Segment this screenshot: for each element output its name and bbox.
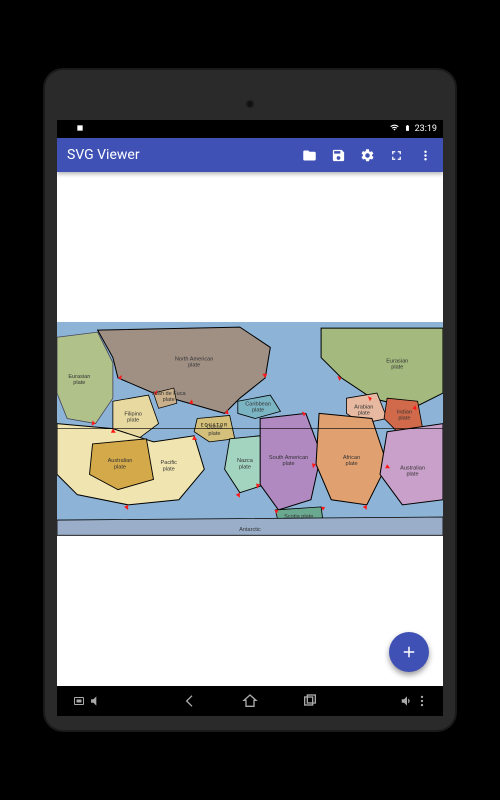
label-eur-r-2: plate <box>391 365 403 371</box>
wifi-icon <box>389 123 400 135</box>
back-button[interactable] <box>182 693 198 709</box>
label-antarctic: Antarctic <box>239 528 261 534</box>
overflow-button[interactable] <box>418 148 433 163</box>
label-fil-2: plate <box>127 418 139 424</box>
svg-text:Indianplate: Indianplate <box>397 410 412 422</box>
status-time: 23:19 <box>415 124 437 134</box>
home-button[interactable] <box>242 693 258 709</box>
label-afr-2: plate <box>346 462 358 468</box>
fab-add-button[interactable] <box>389 632 429 672</box>
recents-button[interactable] <box>302 693 318 709</box>
app-indicator-icon <box>76 124 84 135</box>
volume-up-button[interactable] <box>399 694 415 708</box>
app-actions <box>302 148 433 163</box>
label-na-2: plate <box>188 363 200 369</box>
label-pac-2: plate <box>163 467 175 473</box>
settings-button[interactable] <box>360 148 375 163</box>
folder-button[interactable] <box>302 148 317 163</box>
screen: 23:19 SVG Viewer <box>57 120 443 716</box>
app-title: SVG Viewer <box>67 147 302 163</box>
system-nav-bar <box>57 686 443 716</box>
label-sa-2: plate <box>283 462 295 468</box>
label-cocos-2: plate <box>208 431 220 437</box>
label-ind-2: plate <box>398 416 410 422</box>
label-arab-2: plate <box>358 411 370 417</box>
volume-down-button[interactable] <box>87 694 101 708</box>
viewer-content[interactable]: EQUATOR Eurasi <box>57 172 443 686</box>
battery-icon <box>404 123 411 136</box>
fullscreen-button[interactable] <box>389 148 404 163</box>
camera-dot <box>246 100 254 108</box>
search-indicator-icon <box>63 123 72 135</box>
tablet-frame: 23:19 SVG Viewer <box>45 70 455 730</box>
app-bar: SVG Viewer <box>57 138 443 172</box>
tectonic-plates-svg: EQUATOR Eurasi <box>57 322 443 535</box>
label-jdf-2: plate <box>163 398 175 404</box>
screenshot-button[interactable] <box>71 695 87 707</box>
status-bar: 23:19 <box>57 120 443 138</box>
label-scotia: Scotia plate <box>284 514 313 520</box>
label-aus-l-2: plate <box>114 465 126 471</box>
label-carib-2: plate <box>252 408 264 414</box>
nav-overflow-button[interactable] <box>415 694 429 708</box>
map-image: EQUATOR Eurasi <box>57 322 443 535</box>
svg-text:Cocosplate: Cocosplate <box>207 425 223 437</box>
label-eurasian-left-2: plate <box>73 380 85 386</box>
svg-text:Pacificplate: Pacificplate <box>161 461 178 473</box>
label-naz-2: plate <box>239 465 251 471</box>
save-button[interactable] <box>331 148 346 163</box>
label-aus-r-2: plate <box>406 472 418 478</box>
